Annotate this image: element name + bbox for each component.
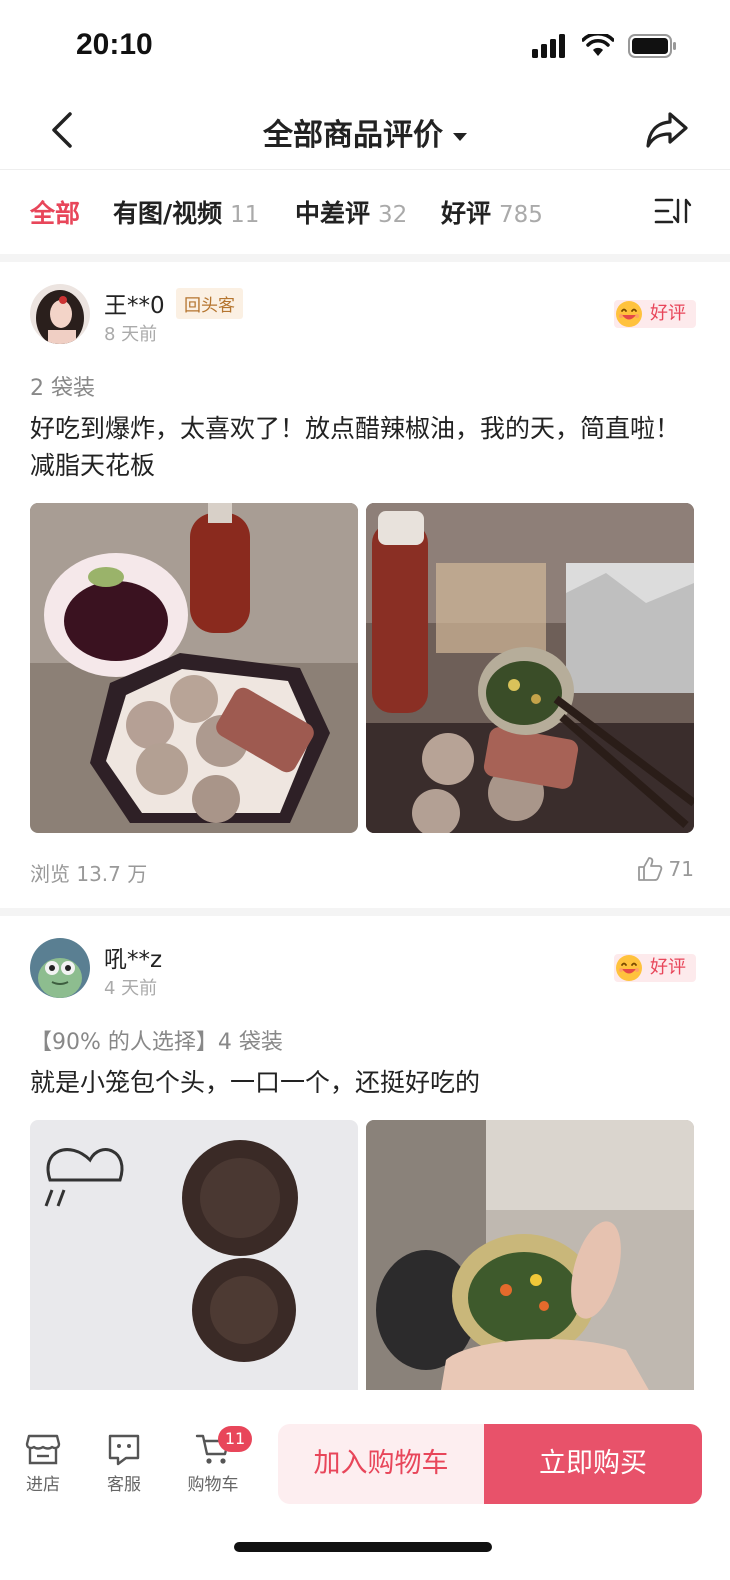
tab-label: 好评 — [441, 199, 492, 228]
battery-icon — [628, 34, 676, 58]
share-icon[interactable] — [644, 108, 690, 152]
tab-count: 11 — [230, 202, 260, 228]
store-label: 进店 — [26, 1475, 60, 1495]
avatar[interactable] — [30, 284, 90, 344]
tab-negative[interactable]: 中差评 32 — [295, 194, 407, 230]
rating-badge: 好评 — [614, 954, 696, 982]
product-variant: 2 袋装 — [30, 376, 95, 401]
tab-all[interactable]: 全部 — [30, 194, 80, 230]
tab-label: 有图/视频 — [113, 199, 223, 228]
thumbs-up-icon — [637, 857, 662, 881]
like-count: 71 — [668, 857, 694, 881]
tab-count: 32 — [378, 202, 408, 228]
repeat-customer-badge: 回头客 — [176, 288, 243, 319]
user-name: 吼**z — [104, 947, 163, 973]
review-text: 好吃到爆炸，太喜欢了！放点醋辣椒油，我的天，简直啦！减脂天花板 — [30, 414, 681, 480]
review-photo[interactable] — [30, 503, 358, 833]
store-icon — [25, 1434, 61, 1465]
status-time: 20:10 — [76, 28, 153, 61]
avatar[interactable] — [30, 938, 90, 998]
rating-label: 好评 — [650, 303, 686, 324]
rating-label: 好评 — [650, 957, 686, 978]
tab-positive[interactable]: 好评 785 — [441, 194, 543, 230]
status-icons — [532, 34, 678, 58]
service-label: 客服 — [107, 1475, 141, 1495]
tab-count: 785 — [499, 202, 543, 228]
sort-icon[interactable] — [654, 196, 694, 226]
review-time: 4 天前 — [104, 978, 158, 999]
add-to-cart-button[interactable]: 加入购物车 — [278, 1424, 484, 1504]
filter-tabs: 全部 有图/视频 11 中差评 32 好评 785 — [0, 170, 730, 254]
customer-service-button[interactable]: 客服 — [89, 1432, 159, 1495]
page-title: 全部商品评价 — [263, 118, 443, 153]
review-time: 8 天前 — [104, 324, 158, 345]
chat-icon — [108, 1434, 140, 1466]
review-card: 吼**z 4 天前 好评 【90% 的人选择】4 袋装 就是小笼包个头，一口一个… — [0, 916, 730, 1390]
user-name: 王**0 — [104, 293, 165, 319]
status-bar: 20:10 — [0, 0, 730, 96]
review-photo[interactable] — [366, 1120, 694, 1390]
review-photo[interactable] — [30, 1120, 358, 1390]
product-variant: 【90% 的人选择】4 袋装 — [30, 1030, 283, 1055]
wifi-icon — [582, 34, 614, 56]
view-count: 浏览 13.7 万 — [30, 862, 148, 886]
review-photo[interactable] — [366, 503, 694, 833]
cellular-signal-icon — [532, 34, 565, 58]
rating-badge: 好评 — [614, 300, 696, 328]
like-button[interactable]: 71 — [637, 856, 694, 882]
caret-down-icon — [453, 132, 467, 141]
tab-label: 中差评 — [295, 199, 371, 228]
cart-count-badge: 11 — [218, 1426, 252, 1452]
smiley-face-icon — [616, 955, 642, 981]
tab-label: 全部 — [30, 199, 81, 228]
review-filter-dropdown[interactable]: 全部商品评价 — [0, 110, 730, 154]
section-divider — [0, 908, 730, 916]
review-card: 王**0 回头客 8 天前 好评 2 袋装 好吃到爆炸，太喜欢了！放点醋辣椒油，… — [0, 262, 730, 908]
home-indicator — [234, 1542, 492, 1552]
nav-bar: 全部商品评价 — [0, 96, 730, 170]
section-divider — [0, 254, 730, 262]
cart-label: 购物车 — [187, 1475, 239, 1495]
cart-button[interactable]: 购物车 11 — [178, 1426, 252, 1495]
review-text: 就是小笼包个头，一口一个，还挺好吃的 — [30, 1068, 481, 1097]
tab-photo-video[interactable]: 有图/视频 11 — [113, 194, 259, 230]
store-button[interactable]: 进店 — [8, 1432, 78, 1495]
buy-now-button[interactable]: 立即购买 — [484, 1424, 702, 1504]
bottom-action-bar: 进店 客服 购物车 11 加入购物车 立即购买 — [0, 1390, 730, 1580]
smiley-face-icon — [616, 301, 642, 327]
